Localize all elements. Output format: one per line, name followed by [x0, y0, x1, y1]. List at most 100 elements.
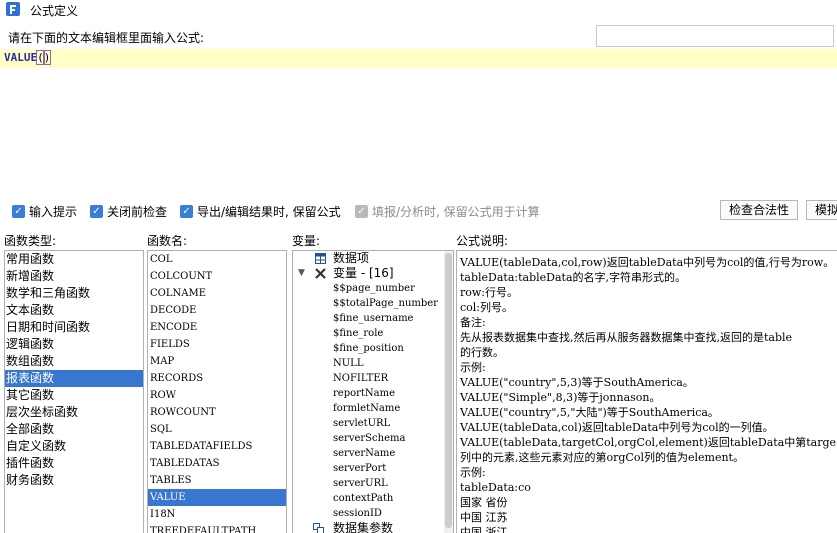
variable-item-label: serverPort [333, 463, 387, 474]
function-item[interactable]: COL [148, 251, 286, 268]
option-check-before-close[interactable]: ✓ 关闭前检查 [90, 203, 167, 220]
category-item[interactable]: 数组函数 [5, 353, 143, 370]
tree-node-dataset-params[interactable]: 数据集参数 [293, 521, 445, 533]
checkbox-disabled-icon: ✓ [355, 205, 368, 218]
variable-item[interactable]: sessionID [293, 506, 445, 521]
function-item[interactable]: ENCODE [148, 319, 286, 336]
function-item[interactable]: COLCOUNT [148, 268, 286, 285]
function-item[interactable]: TABLEDATAS [148, 455, 286, 472]
variable-item[interactable]: formletName [293, 401, 445, 416]
variable-item[interactable]: $$totalPage_number [293, 296, 445, 311]
function-item[interactable]: RECORDS [148, 370, 286, 387]
formula-editor[interactable]: VALUE() [0, 49, 837, 194]
category-item[interactable]: 全部函数 [5, 421, 143, 438]
option-keep-formula-fill: ✓ 填报/分析时, 保留公式用于计算 [355, 203, 540, 220]
category-item[interactable]: 报表函数 [5, 370, 143, 387]
variable-item-label: NOFILTER [333, 373, 389, 384]
category-item[interactable]: 逻辑函数 [5, 336, 143, 353]
category-item[interactable]: 层次坐标函数 [5, 404, 143, 421]
description-line: VALUE("country",5,"大陆")等于SouthAmerica。 [460, 406, 719, 419]
description-line: VALUE(tableData,col,row)返回tableData中列号为c… [460, 256, 835, 269]
function-header: 函数名: [147, 234, 188, 248]
dataset-param-icon [313, 523, 324, 533]
formula-open-paren: ( [36, 50, 45, 65]
variable-item[interactable]: serverSchema [293, 431, 445, 446]
description-header: 公式说明: [456, 234, 509, 248]
category-header: 函数类型: [4, 234, 57, 248]
function-item[interactable]: VALUE [148, 489, 286, 506]
variable-item[interactable]: $fine_position [293, 341, 445, 356]
tree-node-variables[interactable]: ▼ 变量 - [16] [293, 266, 445, 281]
variable-item[interactable]: reportName [293, 386, 445, 401]
function-item[interactable]: DECODE [148, 302, 286, 319]
option-label: 输入提示 [29, 205, 78, 219]
variable-item-label: sessionID [333, 508, 382, 519]
option-keep-formula-export[interactable]: ✓ 导出/编辑结果时, 保留公式 [180, 203, 341, 220]
function-item[interactable]: TABLES [148, 472, 286, 489]
variable-item[interactable]: $$page_number [293, 281, 445, 296]
variable-x-icon [315, 268, 326, 279]
category-item[interactable]: 日期和时间函数 [5, 319, 143, 336]
category-item[interactable]: 文本函数 [5, 302, 143, 319]
formula-text[interactable]: VALUE() [4, 50, 52, 65]
window-title: 公式定义 [30, 4, 79, 18]
function-item[interactable]: TABLEDATAFIELDS [148, 438, 286, 455]
table-icon [315, 253, 326, 264]
variable-item[interactable]: serverPort [293, 461, 445, 476]
editor-prompt: 请在下面的文本编辑框里面输入公式: [8, 31, 205, 45]
option-label: 导出/编辑结果时, 保留公式 [197, 205, 341, 219]
search-input[interactable] [596, 25, 834, 47]
variable-item-label: $$page_number [333, 283, 415, 294]
variable-item-label: formletName [333, 403, 401, 414]
category-item[interactable]: 财务函数 [5, 472, 143, 489]
checkbox-checked-icon[interactable]: ✓ [180, 205, 193, 218]
formula-description-panel: VALUE(tableData,col,row)返回tableData中列号为c… [456, 250, 837, 533]
variable-tree-scrollbar[interactable] [444, 251, 453, 533]
check-validity-button[interactable]: 检查合法性 [720, 200, 799, 220]
description-line: tableData:tableData的名字,字符串形式的。 [460, 271, 687, 284]
variable-item[interactable]: $fine_username [293, 311, 445, 326]
function-item[interactable]: SQL [148, 421, 286, 438]
function-list[interactable]: COL COLCOUNT COLNAME DECODE ENCODE FIELDS MAP R… [147, 250, 287, 533]
description-line: 列中的元素,这些元素对应的第orgCol列的值为element。 [460, 451, 744, 464]
variable-item[interactable]: servletURL [293, 416, 445, 431]
expand-arrow-icon[interactable]: ▼ [298, 266, 305, 281]
tree-node-label: 数据集参数 [333, 521, 394, 533]
variable-item[interactable]: NULL [293, 356, 445, 371]
variable-item[interactable]: $fine_role [293, 326, 445, 341]
variable-tree[interactable]: 数据项 ▼ 变量 - [16] $$page_number $$totalPage… [292, 250, 454, 533]
category-item[interactable]: 自定义函数 [5, 438, 143, 455]
variable-item[interactable]: contextPath [293, 491, 445, 506]
description-line: tableData:co [460, 481, 531, 494]
function-item[interactable]: FIELDS [148, 336, 286, 353]
function-item[interactable]: ROW [148, 387, 286, 404]
app-logo-icon [6, 2, 20, 16]
variable-item[interactable]: serverName [293, 446, 445, 461]
category-item[interactable]: 常用函数 [5, 251, 143, 268]
category-list[interactable]: 常用函数 新增函数 数学和三角函数 文本函数 日期和时间函数 逻辑函数 数组函数 报表函数 其它… [4, 250, 144, 533]
formula-close-paren: ) [42, 50, 52, 65]
function-item[interactable]: COLNAME [148, 285, 286, 302]
variable-item[interactable]: serverURL [293, 476, 445, 491]
simulate-button[interactable]: 模拟 [806, 200, 837, 220]
variable-item-label: serverName [333, 448, 396, 459]
category-item[interactable]: 其它函数 [5, 387, 143, 404]
variable-item-label: NULL [333, 358, 364, 369]
function-item[interactable]: MAP [148, 353, 286, 370]
variable-item-label: $fine_role [333, 328, 384, 339]
function-item[interactable]: ROWCOUNT [148, 404, 286, 421]
function-item[interactable]: TREEDEFAULTPATH [148, 523, 286, 533]
checkbox-checked-icon[interactable]: ✓ [12, 205, 25, 218]
tree-node-data-item[interactable]: 数据项 [293, 251, 445, 266]
description-line: VALUE(tableData,targetCol,orgCol,element… [460, 436, 837, 449]
tree-node-label: 变量 - [16] [333, 266, 394, 280]
variable-item-label: contextPath [333, 493, 394, 504]
function-item[interactable]: I18N [148, 506, 286, 523]
category-item[interactable]: 数学和三角函数 [5, 285, 143, 302]
category-item[interactable]: 插件函数 [5, 455, 143, 472]
scrollbar-thumb[interactable] [445, 253, 452, 528]
variable-item[interactable]: NOFILTER [293, 371, 445, 386]
checkbox-checked-icon[interactable]: ✓ [90, 205, 103, 218]
option-input-hint[interactable]: ✓ 输入提示 [12, 203, 77, 220]
category-item[interactable]: 新增函数 [5, 268, 143, 285]
